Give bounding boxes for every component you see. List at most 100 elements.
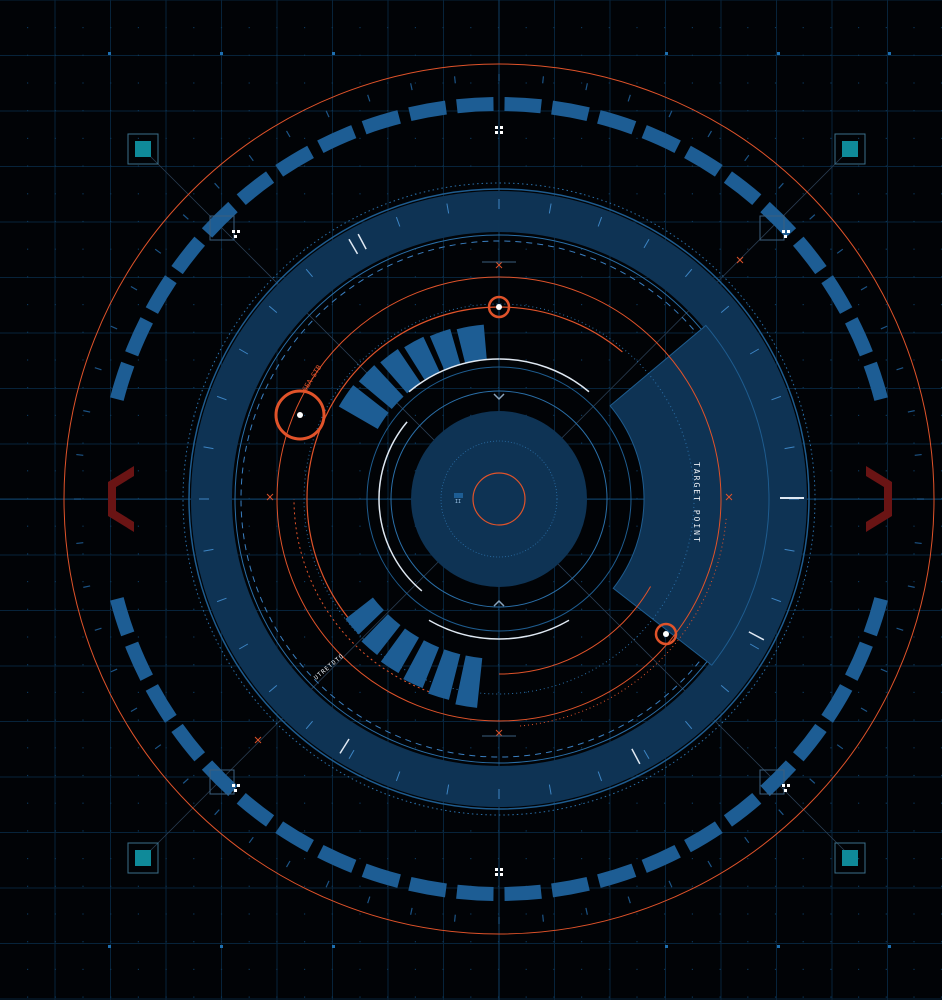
grid-dot	[470, 608, 472, 610]
grid-dot	[913, 137, 915, 139]
grid-dot	[331, 830, 333, 832]
grid-dot	[54, 331, 56, 333]
grid-dot	[747, 82, 749, 84]
grid-dot	[913, 553, 915, 555]
grid-dot	[27, 165, 29, 167]
grid-dot	[54, 276, 56, 278]
grid-dot	[276, 581, 278, 583]
grid-dot	[387, 414, 389, 416]
grid-dot	[885, 165, 887, 167]
grid-dot	[27, 636, 29, 638]
grid-dot	[913, 276, 915, 278]
grid-dot	[858, 165, 860, 167]
grid-dot	[774, 885, 777, 887]
grid-dot	[359, 470, 361, 472]
grid-dot	[774, 664, 777, 666]
grid-dot	[110, 248, 112, 250]
grid-dot	[248, 719, 250, 721]
axis-marker-dot	[495, 131, 498, 134]
segment	[456, 884, 494, 901]
grid-dot	[581, 54, 583, 56]
grid-dot	[27, 54, 29, 56]
grid-dot	[830, 331, 832, 333]
diagonal-marker-dot	[234, 235, 237, 238]
grid-dot	[54, 664, 56, 666]
grid-dot	[608, 968, 610, 970]
grid-dot	[137, 691, 139, 693]
grid-dot	[276, 858, 278, 860]
grid-dot	[304, 137, 306, 139]
grid-dot	[747, 165, 749, 167]
grid-dot	[774, 691, 777, 693]
grid-dot	[54, 747, 56, 749]
grid-dot	[82, 691, 84, 693]
grid-dot	[331, 220, 333, 223]
grid-dot	[27, 359, 29, 361]
grid-dot	[304, 470, 306, 472]
grid-dot	[830, 913, 832, 915]
grid-dot	[747, 830, 749, 832]
grid-dot	[774, 830, 777, 832]
grid-dot	[27, 525, 29, 527]
grid-dot	[137, 608, 139, 610]
diagonal-marker-dot	[234, 789, 237, 792]
grid-dot	[193, 636, 195, 638]
grid-dot	[27, 414, 29, 416]
grid-dot	[581, 719, 583, 721]
grid-dot	[165, 304, 167, 306]
grid-dot	[110, 165, 112, 167]
grid-dot	[470, 276, 472, 278]
grid-dot	[774, 968, 777, 970]
grid-dot	[165, 110, 167, 112]
grid-dot	[193, 802, 195, 804]
grid-dot	[387, 553, 389, 555]
grid-dot	[110, 387, 112, 389]
grid-dot	[137, 193, 139, 195]
grid-dot	[414, 27, 416, 29]
grid-dot	[691, 774, 693, 777]
grid-dot	[581, 968, 583, 970]
grid-dot	[774, 719, 777, 721]
grid-dot	[913, 858, 915, 860]
grid-dot	[830, 414, 832, 416]
grid-dot	[885, 968, 887, 970]
grid-dot	[470, 137, 472, 139]
grid-dot	[830, 54, 832, 56]
grid-dot	[830, 165, 832, 167]
grid-dot	[193, 27, 195, 29]
grid-dot	[27, 442, 29, 444]
grid-dot	[719, 110, 721, 112]
grid-dot	[248, 27, 250, 29]
grid-dot	[248, 165, 250, 167]
grid-dot	[220, 719, 223, 721]
grid-dot	[525, 331, 527, 333]
diagonal-marker-dot	[784, 235, 787, 238]
grid-dot	[719, 82, 721, 84]
grid-dot	[137, 525, 139, 527]
grid-dot	[359, 802, 361, 804]
grid-dot	[248, 858, 250, 860]
outer-tick	[76, 453, 84, 456]
grid-dot	[387, 691, 389, 693]
grid-dot	[137, 941, 139, 943]
grid-dot	[220, 747, 223, 749]
grid-dot	[885, 442, 887, 444]
hud-radar: TARGET POINT 6EA-STB UTRETDTO II	[0, 0, 942, 1000]
grid-dot	[858, 968, 860, 970]
grid-dot	[54, 248, 56, 250]
grid-dot	[137, 165, 139, 167]
grid-dot	[525, 54, 527, 56]
grid-dot	[636, 359, 638, 361]
grid-dot	[27, 331, 29, 333]
grid-dot	[414, 82, 416, 84]
grid-dot	[248, 941, 250, 943]
outer-tick	[914, 453, 922, 456]
grid-dot	[27, 193, 29, 195]
grid-dot	[581, 137, 583, 139]
grid-dot	[885, 581, 887, 583]
grid-dot	[82, 442, 84, 444]
grid-dot	[636, 913, 638, 915]
grid-dot	[664, 110, 666, 112]
grid-dot	[331, 636, 333, 638]
grid-dot	[802, 913, 804, 915]
